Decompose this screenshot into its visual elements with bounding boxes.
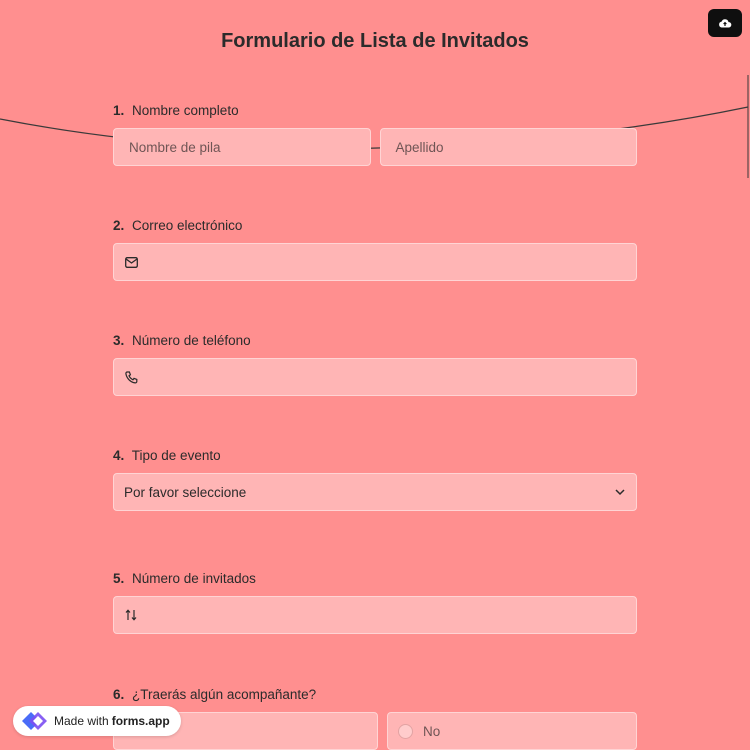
event-type-select[interactable]: Por favor seleccione bbox=[113, 473, 637, 511]
question-label: Correo electrónico bbox=[132, 218, 243, 233]
option-label: No bbox=[423, 723, 441, 739]
last-name-input[interactable]: Apellido bbox=[379, 128, 637, 166]
badge-prefix: Made with bbox=[54, 714, 109, 728]
badge-brand: forms.app bbox=[111, 714, 170, 728]
envelope-icon bbox=[114, 256, 148, 268]
question-phone: 3. Número de teléfono bbox=[113, 333, 637, 396]
sort-arrows-icon bbox=[114, 609, 148, 621]
question-full-name: 1. Nombre completo Nombre de pila Apelli… bbox=[113, 103, 637, 166]
question-event-type: 4. Tipo de evento Por favor seleccione bbox=[113, 448, 637, 511]
forms-app-logo-icon bbox=[22, 712, 47, 730]
last-name-placeholder: Apellido bbox=[395, 139, 444, 155]
question-number: 4. bbox=[113, 448, 125, 463]
radio-button[interactable] bbox=[398, 723, 413, 739]
question-number: 2. bbox=[113, 218, 125, 233]
question-label: Nombre completo bbox=[132, 103, 239, 118]
question-label: Tipo de evento bbox=[131, 448, 221, 463]
email-input[interactable] bbox=[113, 243, 637, 281]
first-name-input[interactable]: Nombre de pila bbox=[113, 128, 371, 166]
question-guest-count: 5. Número de invitados bbox=[113, 571, 637, 634]
question-label: Número de teléfono bbox=[132, 333, 251, 348]
question-number: 1. bbox=[113, 103, 125, 118]
chevron-down-icon bbox=[615, 489, 625, 496]
companion-option-no[interactable]: No bbox=[387, 712, 637, 750]
made-with-badge[interactable]: Made with forms.app bbox=[13, 706, 181, 736]
page-title: Formulario de Lista de Invitados bbox=[221, 30, 529, 52]
question-email: 2. Correo electrónico bbox=[113, 218, 637, 281]
question-label: Número de invitados bbox=[132, 571, 256, 586]
question-number: 3. bbox=[113, 333, 125, 348]
first-name-placeholder: Nombre de pila bbox=[129, 139, 221, 155]
question-label: ¿Traerás algún acompañante? bbox=[132, 687, 317, 702]
guest-count-input[interactable] bbox=[113, 596, 637, 634]
phone-input[interactable] bbox=[113, 358, 637, 396]
question-number: 5. bbox=[113, 571, 125, 586]
question-number: 6. bbox=[113, 687, 125, 702]
select-value: Por favor seleccione bbox=[124, 484, 247, 500]
phone-icon bbox=[114, 370, 148, 384]
question-companion: 6. ¿Traerás algún acompañante? No bbox=[113, 687, 637, 750]
cloud-upload-icon bbox=[719, 19, 732, 28]
